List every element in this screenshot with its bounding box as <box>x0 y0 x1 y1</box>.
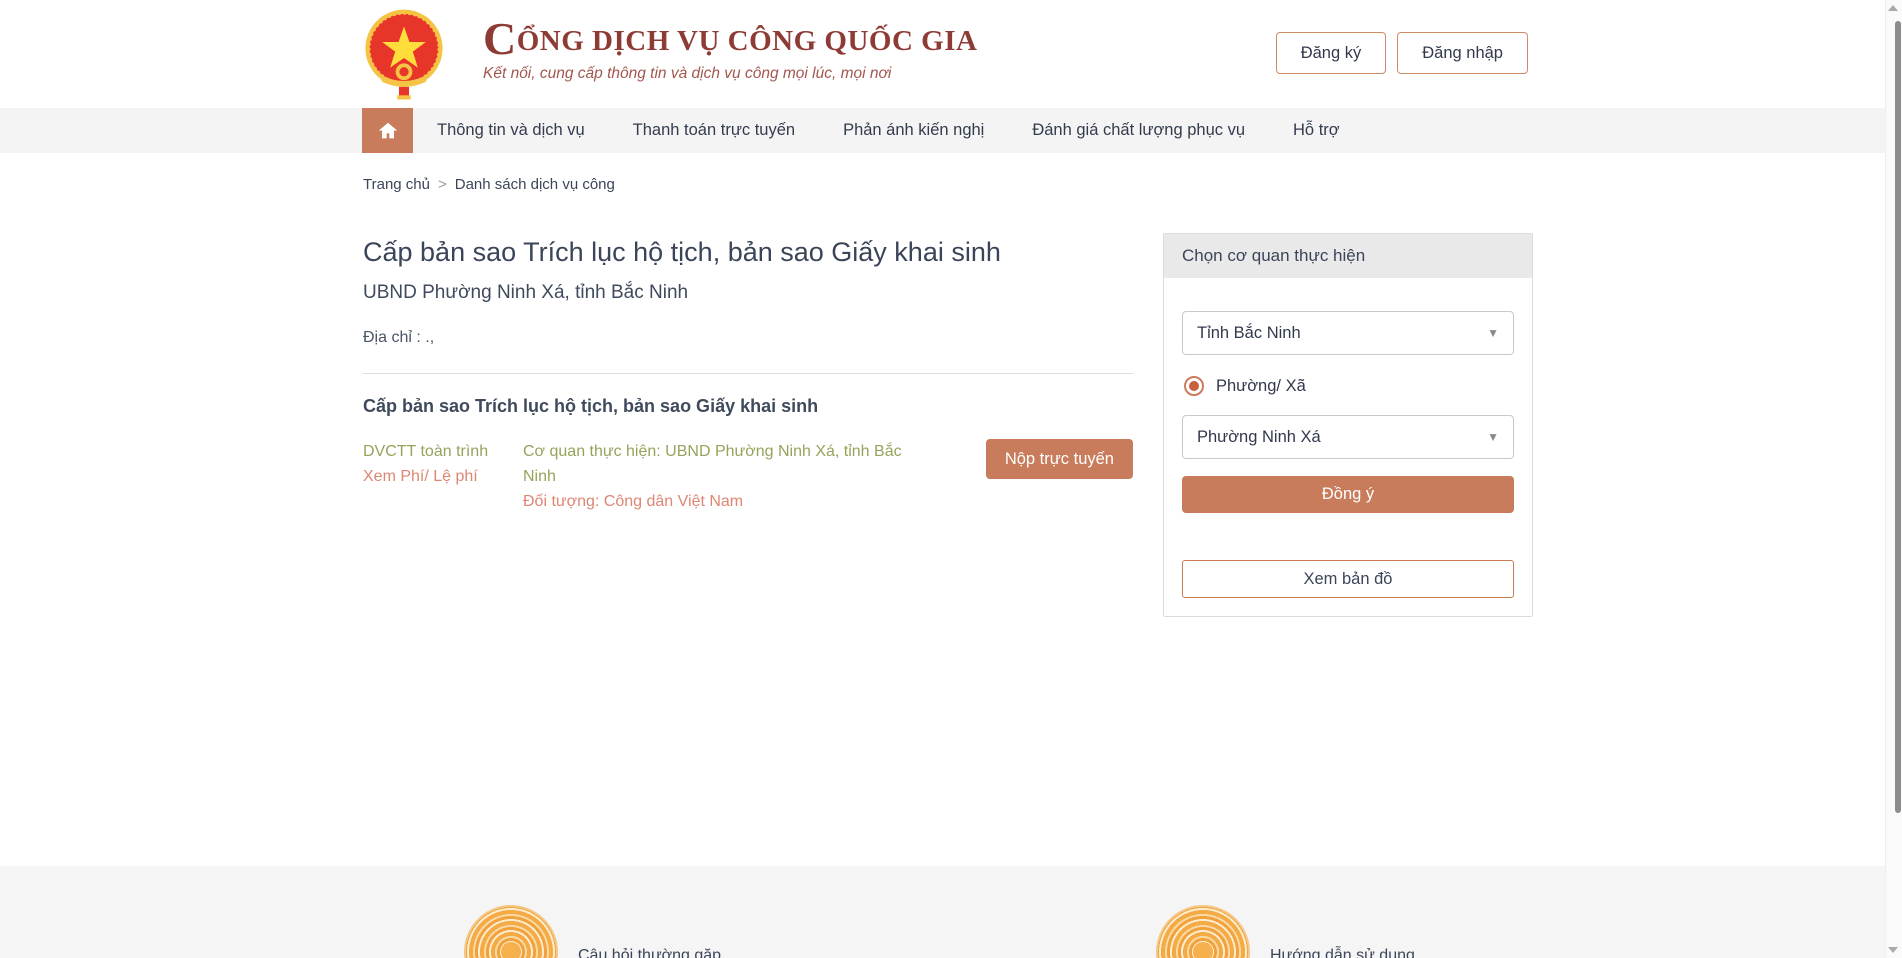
site-logo[interactable]: CỔNG DỊCH VỤ CÔNG QUỐC GIA Kết nối, cung… <box>483 16 977 83</box>
drum-emblem-icon <box>1156 905 1250 958</box>
service-links-column: DVCTT toàn trình Xem Phí/ Lệ phí <box>363 439 523 489</box>
address-line: Địa chỉ : ., <box>363 329 1133 347</box>
subject-line: Đối tượng: Công dân Việt Nam <box>523 489 923 514</box>
vertical-scrollbar[interactable] <box>1885 0 1902 958</box>
site-subtitle: Kết nối, cung cấp thông tin và dịch vụ c… <box>483 65 977 83</box>
breadcrumb-separator: > <box>438 176 447 193</box>
nav-item-thong-tin-va-dich-vu[interactable]: Thông tin và dịch vụ <box>413 108 609 153</box>
main-content: Cấp bản sao Trích lục hộ tịch, bản sao G… <box>363 237 1533 514</box>
service-name: Cấp bản sao Trích lục hộ tịch, bản sao G… <box>363 396 1133 417</box>
header: CỔNG DỊCH VỤ CÔNG QUỐC GIA Kết nối, cung… <box>0 0 1902 108</box>
site-title-rest: ỔNG DỊCH VỤ CÔNG QUỐC GIA <box>517 25 978 57</box>
agree-button[interactable]: Đồng ý <box>1182 476 1514 513</box>
nav-home-button[interactable] <box>362 108 413 153</box>
section-divider <box>363 373 1133 374</box>
agency-name: UBND Phường Ninh Xá, tỉnh Bắc Ninh <box>363 282 1133 304</box>
chevron-down-icon: ▼ <box>1487 430 1499 444</box>
province-select-value: Tỉnh Bắc Ninh <box>1197 324 1301 343</box>
footer-guide-link[interactable]: Hướng dẫn sử dụng <box>1156 905 1415 958</box>
vietnam-emblem-logo[interactable] <box>362 8 446 102</box>
footer-faq-link[interactable]: Câu hỏi thường gặp <box>464 905 721 958</box>
page-title: Cấp bản sao Trích lục hộ tịch, bản sao G… <box>363 237 1133 268</box>
service-detail-column: Cấp bản sao Trích lục hộ tịch, bản sao G… <box>363 237 1133 514</box>
panel-body: Tỉnh Bắc Ninh ▼ Phường/ Xã Phường Ninh X… <box>1164 278 1532 616</box>
nav-item-phan-anh-kien-nghi[interactable]: Phản ánh kiến nghị <box>819 108 1008 153</box>
breadcrumb: Trang chủ > Danh sách dịch vụ công <box>363 176 615 193</box>
site-title: CỔNG DỊCH VỤ CÔNG QUỐC GIA <box>483 16 977 64</box>
scrollbar-thumb[interactable] <box>1895 21 1901 813</box>
ward-radio-label: Phường/ Xã <box>1216 377 1306 396</box>
submit-online-button[interactable]: Nộp trực tuyến <box>986 439 1133 479</box>
breadcrumb-home-link[interactable]: Trang chủ <box>363 176 430 193</box>
footer-faq-label: Câu hỏi thường gặp <box>578 947 721 958</box>
footer: Câu hỏi thường gặp Hướng dẫn sử dụng <box>0 866 1902 958</box>
nav-item-ho-tro[interactable]: Hỗ trợ <box>1269 108 1364 153</box>
scroll-down-arrow-icon[interactable] <box>1888 947 1898 953</box>
nav-item-thanh-toan-truc-tuyen[interactable]: Thanh toán trực tuyến <box>609 108 819 153</box>
ward-radio-option[interactable]: Phường/ Xã <box>1184 376 1514 396</box>
radio-dot <box>1189 381 1199 391</box>
service-row: DVCTT toàn trình Xem Phí/ Lệ phí Cơ quan… <box>363 439 1133 514</box>
register-button[interactable]: Đăng ký <box>1276 32 1387 74</box>
breadcrumb-current[interactable]: Danh sách dịch vụ công <box>455 176 615 193</box>
nav-item-danh-gia-chat-luong[interactable]: Đánh giá chất lượng phục vụ <box>1008 108 1269 153</box>
login-button[interactable]: Đăng nhập <box>1397 32 1528 74</box>
agency-selector-panel: Chọn cơ quan thực hiện Tỉnh Bắc Ninh ▼ P… <box>1163 233 1533 617</box>
ward-select-value: Phường Ninh Xá <box>1197 428 1321 447</box>
chevron-down-icon: ▼ <box>1487 326 1499 340</box>
auth-buttons: Đăng ký Đăng nhập <box>1276 32 1528 74</box>
panel-title: Chọn cơ quan thực hiện <box>1164 234 1532 278</box>
view-map-button[interactable]: Xem bản đồ <box>1182 560 1514 598</box>
ward-select[interactable]: Phường Ninh Xá ▼ <box>1182 415 1514 459</box>
radio-selected-icon <box>1184 376 1204 396</box>
site-title-initial: C <box>483 13 517 64</box>
implementing-agency-line: Cơ quan thực hiện: UBND Phường Ninh Xá, … <box>523 439 923 489</box>
scroll-up-arrow-icon[interactable] <box>1888 5 1898 11</box>
home-icon <box>377 120 399 142</box>
fee-link[interactable]: Xem Phí/ Lệ phí <box>363 464 523 489</box>
province-select[interactable]: Tỉnh Bắc Ninh ▼ <box>1182 311 1514 355</box>
footer-guide-label: Hướng dẫn sử dụng <box>1270 947 1415 958</box>
service-info-column: Cơ quan thực hiện: UBND Phường Ninh Xá, … <box>523 439 923 514</box>
service-type-link[interactable]: DVCTT toàn trình <box>363 439 523 464</box>
drum-emblem-icon <box>464 905 558 958</box>
main-nav: Thông tin và dịch vụ Thanh toán trực tuy… <box>0 108 1902 153</box>
